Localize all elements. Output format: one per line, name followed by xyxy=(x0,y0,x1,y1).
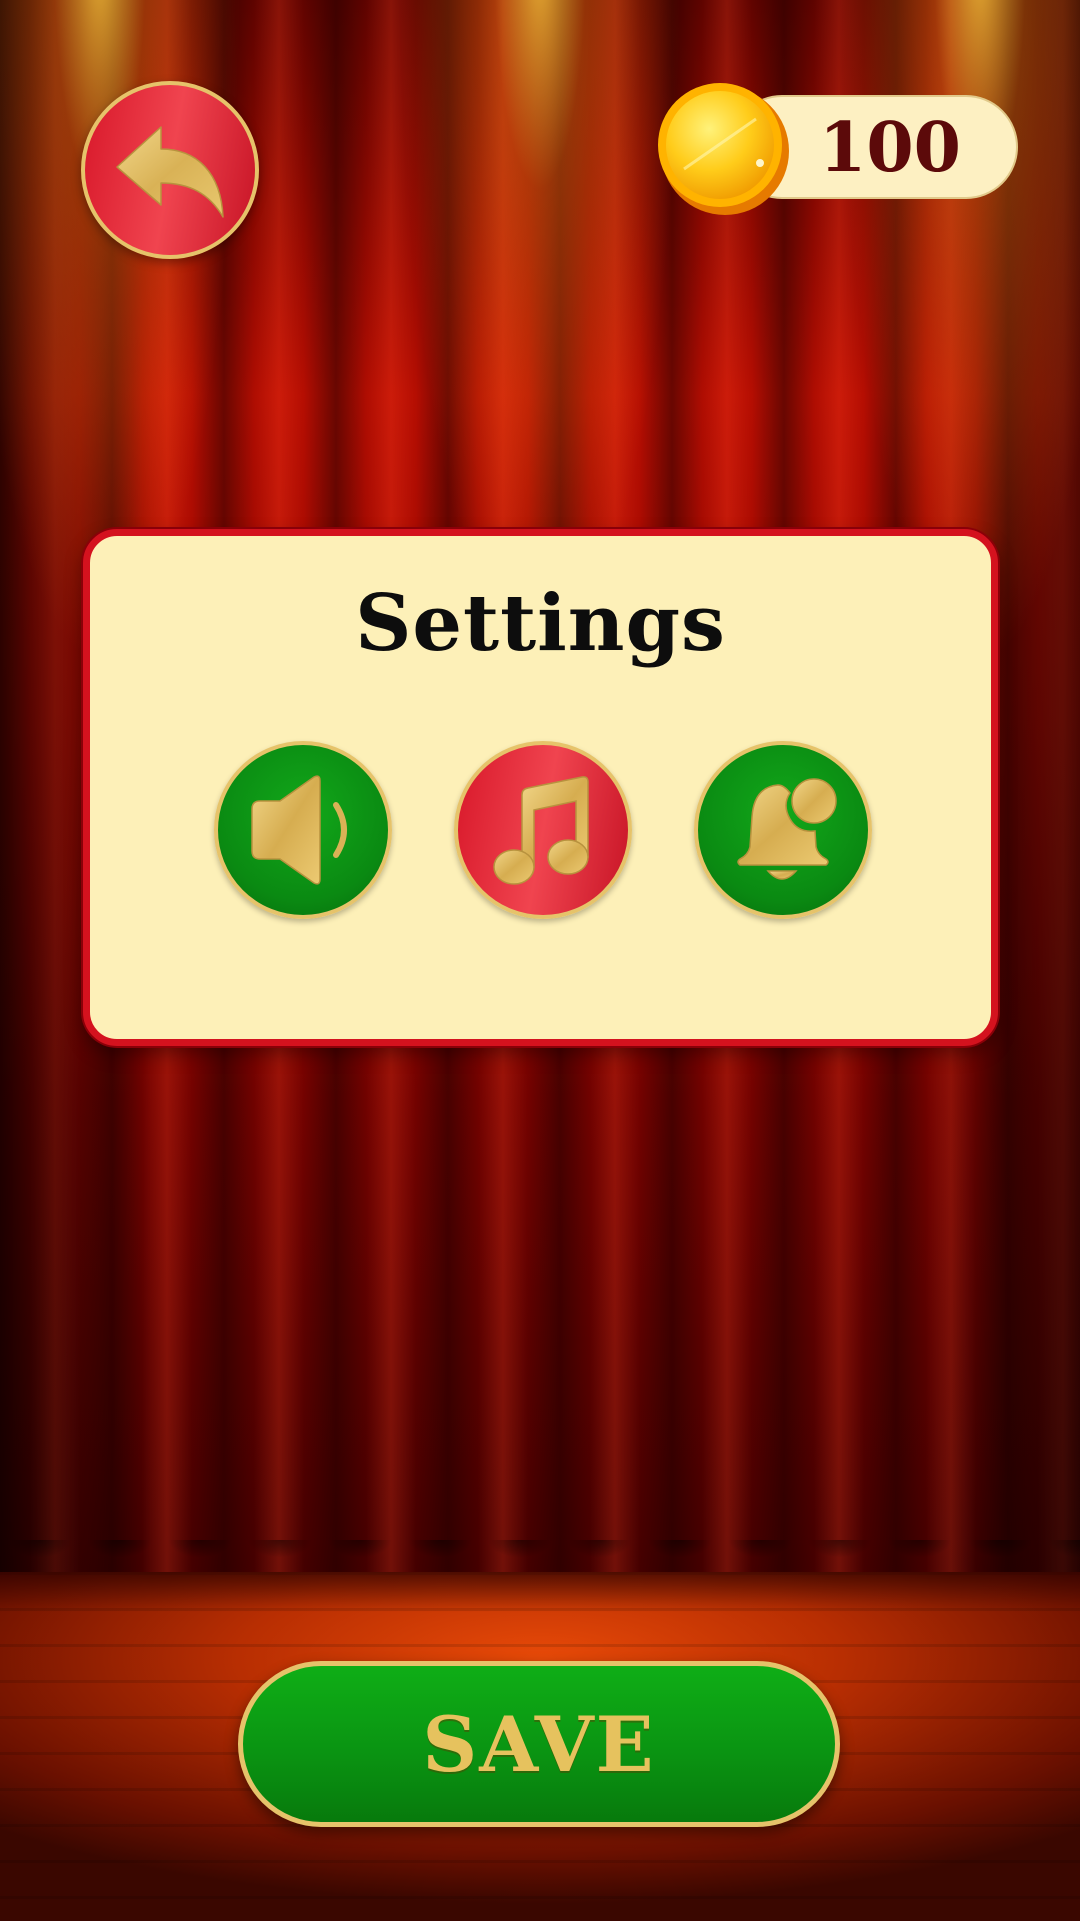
music-toggle-button[interactable] xyxy=(454,741,632,919)
music-note-icon xyxy=(493,776,589,885)
floor-shadow xyxy=(0,1572,1080,1612)
sound-toggle-button[interactable] xyxy=(214,741,392,919)
back-arrow-icon xyxy=(116,126,224,218)
coin-count: 100 xyxy=(819,108,961,188)
save-button-label: SAVE xyxy=(422,1699,656,1789)
bell-icon xyxy=(737,778,837,880)
panel-title: Settings xyxy=(355,578,726,669)
settings-panel: Settings xyxy=(83,529,998,1046)
save-button[interactable]: SAVE xyxy=(238,1661,840,1827)
gold-coin-icon xyxy=(658,83,789,215)
notifications-toggle-button[interactable] xyxy=(694,741,872,919)
speaker-icon xyxy=(251,775,347,885)
back-button[interactable] xyxy=(81,81,259,259)
